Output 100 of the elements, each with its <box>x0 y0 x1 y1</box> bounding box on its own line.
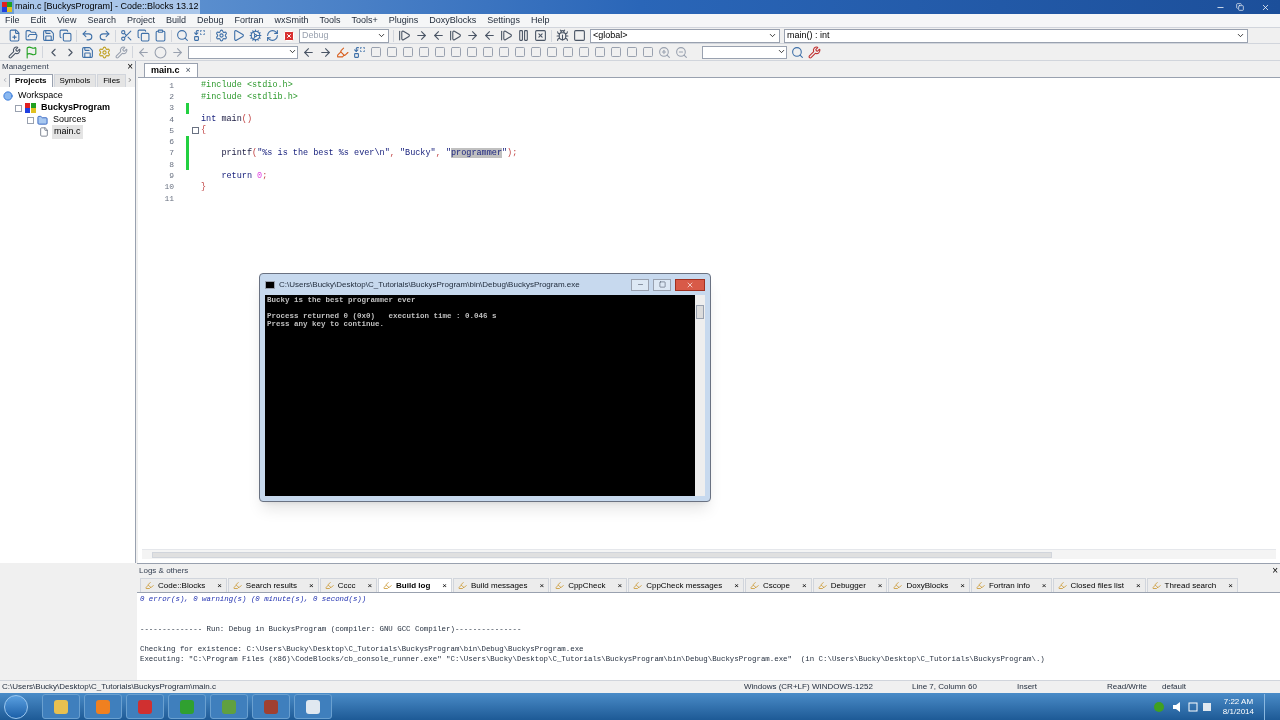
tab-icon <box>1151 581 1161 590</box>
close-button[interactable]: × <box>1228 579 1233 592</box>
close-button[interactable]: × <box>1272 565 1278 576</box>
close-button[interactable]: × <box>1135 579 1141 592</box>
close-button[interactable]: × <box>617 579 623 592</box>
menu-item[interactable]: Project <box>126 13 155 28</box>
close-button[interactable]: × <box>802 579 807 592</box>
close-button[interactable]: × <box>185 63 191 78</box>
menu-item[interactable]: Fortran <box>234 13 264 28</box>
close-button[interactable]: × <box>960 579 965 592</box>
tree-item[interactable]: Workspace <box>16 89 65 103</box>
stop-icon[interactable] <box>283 29 295 42</box>
clock-date[interactable]: 8/1/2014 <box>1222 706 1254 717</box>
status-field: Insert <box>1017 681 1107 693</box>
close-button[interactable]: × <box>539 579 545 592</box>
window-icon[interactable] <box>304 697 322 716</box>
close-button[interactable]: × <box>442 579 447 592</box>
panel-tab[interactable]: Projects <box>8 74 53 87</box>
workspace-icon <box>3 91 13 101</box>
symbol-dropdown[interactable]: main() : int <box>784 28 1248 43</box>
scroll-right-icon[interactable] <box>127 76 133 84</box>
close-button[interactable]: × <box>1041 579 1047 592</box>
tab-icon <box>555 581 565 590</box>
search-icon[interactable] <box>791 45 804 59</box>
line-number: 10 <box>163 181 174 194</box>
tree-item[interactable]: main.c <box>52 125 83 139</box>
search-field[interactable] <box>188 45 298 59</box>
panel-tab[interactable]: Files <box>97 74 127 87</box>
clock-time[interactable]: 7:22 AM <box>1223 696 1254 707</box>
log-tab[interactable]: Thread search × <box>1146 578 1238 592</box>
panel-title: Management <box>2 61 50 73</box>
vertical-scrollbar[interactable] <box>695 295 705 496</box>
close-button[interactable]: × <box>308 579 314 592</box>
project-icon <box>25 103 36 113</box>
search-field[interactable] <box>702 45 787 59</box>
tab-icon <box>457 581 467 590</box>
maximize-button[interactable] <box>653 278 671 291</box>
panel-tab[interactable]: Symbols <box>53 74 97 87</box>
menu-item[interactable]: View <box>57 13 77 28</box>
tab-icon <box>324 581 334 590</box>
tab-icon <box>383 581 393 590</box>
tree-item[interactable]: Sources <box>51 113 89 127</box>
code-line: printf("%s is the best %s ever\n", "Bucky", "programmer"); <box>220 147 518 160</box>
log-tab[interactable]: Build log × <box>378 578 452 592</box>
line-number: 6 <box>168 136 174 149</box>
close-button[interactable] <box>675 278 705 291</box>
line-number: 1 <box>168 79 174 92</box>
menu-item[interactable]: Tools+ <box>351 13 378 28</box>
menu-item[interactable]: Debug <box>196 13 224 28</box>
fold-marker[interactable] <box>191 127 199 135</box>
close-button[interactable]: × <box>367 579 373 592</box>
menu-item[interactable]: Plugins <box>388 13 419 28</box>
tab-icon <box>893 581 903 590</box>
tab-icon <box>145 581 154 590</box>
panel-title: Logs & others <box>139 564 190 577</box>
minimize-button[interactable] <box>631 278 649 291</box>
menu-item[interactable]: Build <box>165 13 186 28</box>
log-tab[interactable]: Build messages × <box>452 578 550 592</box>
line-number: 4 <box>168 113 174 126</box>
tab-icon <box>1057 581 1067 590</box>
log-tab[interactable]: DoxyBlocks × <box>888 578 970 592</box>
editor-tab[interactable]: main.c × <box>144 63 198 77</box>
code-line: { <box>201 124 207 138</box>
line-number: 9 <box>168 170 174 183</box>
restore-icon <box>1236 3 1244 11</box>
log-tab[interactable]: Cccc × <box>319 578 378 592</box>
menu-item[interactable]: DoxyBlocks <box>429 13 477 28</box>
menu-item[interactable]: Settings <box>487 13 520 28</box>
log-tab[interactable]: CppCheck messages × <box>628 578 744 592</box>
menu-item[interactable]: Edit <box>30 13 47 28</box>
close-button[interactable]: × <box>734 579 739 592</box>
close-button[interactable]: × <box>217 579 222 592</box>
log-tab[interactable]: Closed files list × <box>1052 578 1146 592</box>
folder-icon[interactable] <box>52 697 70 716</box>
log-tab[interactable]: CppCheck × <box>550 578 628 592</box>
status-field: Read/Write <box>1107 681 1162 693</box>
start-button[interactable] <box>4 694 28 719</box>
tree-item[interactable]: BuckysProgram <box>39 101 113 115</box>
status-field: default <box>1162 681 1222 693</box>
zoom-out-icon[interactable] <box>675 45 688 59</box>
log-tab[interactable]: Debugger × <box>812 578 888 592</box>
log-tab[interactable]: Fortran info × <box>970 578 1052 592</box>
maximize-icon <box>658 281 666 288</box>
close-button[interactable]: × <box>877 579 883 592</box>
code-line: #include <stdio.h> <box>201 79 293 92</box>
log-tab[interactable]: Code::Blocks × <box>140 578 227 592</box>
menu-item[interactable]: Search <box>87 13 116 28</box>
scope-dropdown[interactable]: <global> <box>590 28 780 43</box>
log-tab[interactable]: Search results × <box>227 578 319 592</box>
close-button[interactable]: × <box>127 62 133 72</box>
menu-item[interactable]: File <box>5 13 20 28</box>
menu-item[interactable]: Tools <box>319 13 341 28</box>
window-title: main.c [BuckysProgram] - Code::Blocks 13.12 <box>14 0 200 14</box>
code-line: return 0; <box>220 169 268 183</box>
tab-icon <box>975 581 985 590</box>
log-tab[interactable]: Cscope × <box>744 578 812 592</box>
horizontal-scrollbar[interactable] <box>142 549 1276 559</box>
zoom-in-icon[interactable] <box>658 45 671 59</box>
menu-item[interactable]: Help <box>530 13 550 28</box>
menu-item[interactable]: wxSmith <box>274 13 309 28</box>
